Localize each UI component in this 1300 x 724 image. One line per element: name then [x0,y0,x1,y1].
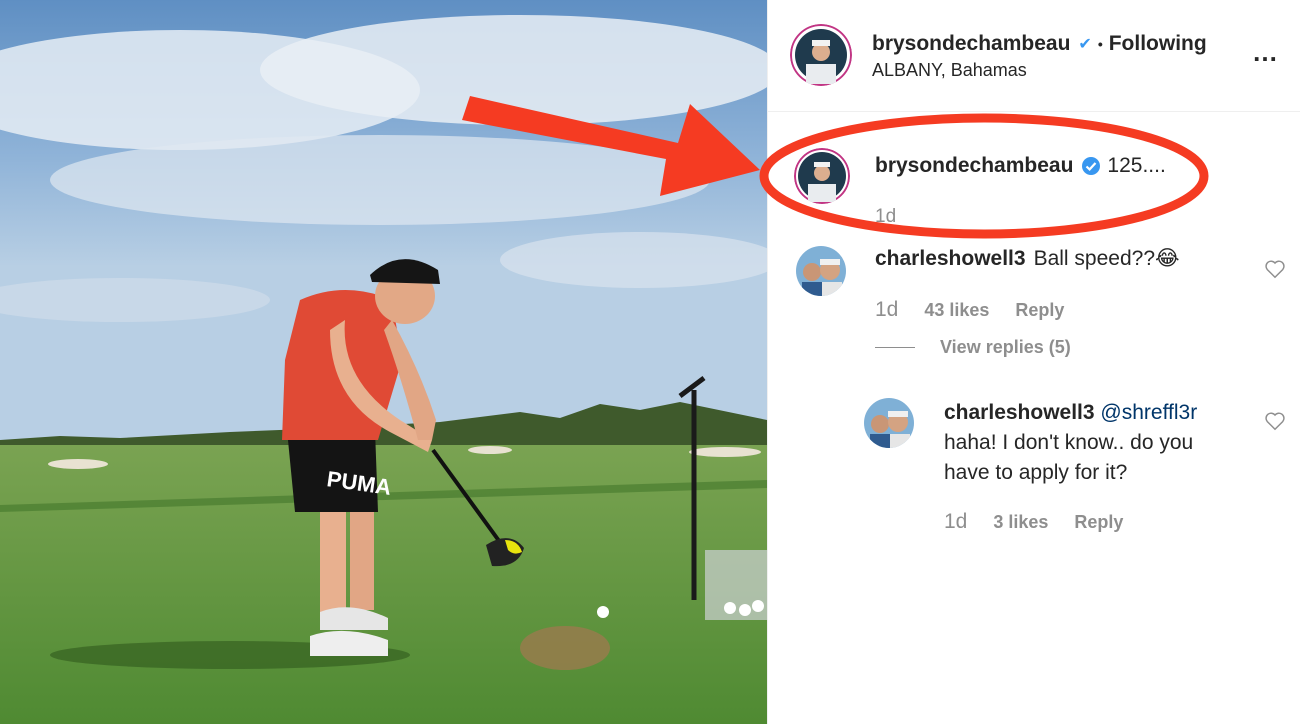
caption-row: brysondechambeau 125.... [875,154,1166,178]
caption-username[interactable]: brysondechambeau [875,154,1073,178]
reply-mention-link[interactable]: @shreffl3r [1100,401,1197,424]
reply-button[interactable]: Reply [1074,512,1123,533]
comment-likes[interactable]: 43 likes [924,300,989,321]
caption-avatar[interactable] [794,148,850,204]
reply-text: haha! I don't know.. do you have to appl… [944,431,1194,484]
post-photo: PUMA [0,0,767,724]
author-username[interactable]: brysondechambeau [872,32,1070,56]
caption-text: 125.... [1107,154,1166,177]
comment-timestamp[interactable]: 1d [875,298,898,322]
more-icon[interactable]: … [1252,39,1279,65]
comment-row: charleshowell3 Ball speed??😂 [875,246,1180,271]
like-heart-icon[interactable] [1264,258,1286,280]
view-replies-label: View replies (5) [940,337,1071,357]
post-location[interactable]: ALBANY, Bahamas [872,60,1027,81]
author-avatar[interactable] [790,24,852,86]
separator-dot: • [1097,36,1103,52]
post-header: brysondechambeau ✔ • Following ALBANY, B… [768,0,1300,112]
comment-meta: 1d 43 likes Reply [875,298,1064,322]
reply-timestamp[interactable]: 1d [944,510,967,534]
reply-likes[interactable]: 3 likes [993,512,1048,533]
reply-body: charleshowell3 @shreffl3r haha! I don't … [944,398,1244,488]
author-name-row: brysondechambeau ✔ • Following [872,32,1207,56]
like-heart-icon[interactable] [1264,410,1286,432]
post-sidebar: brysondechambeau ✔ • Following ALBANY, B… [767,0,1300,724]
comment-username[interactable]: charleshowell3 [875,247,1026,271]
reply-username[interactable]: charleshowell3 [944,401,1095,424]
view-replies-button[interactable]: View replies (5) [875,337,1071,358]
comment-text: Ball speed??😂 [1033,247,1180,270]
follow-status-button[interactable]: Following [1109,32,1207,56]
reply-button[interactable]: Reply [1015,300,1064,321]
commenter-avatar[interactable] [796,246,846,296]
verified-badge-icon: ✔ [1078,36,1092,53]
verified-badge-icon [1082,157,1101,175]
reply-meta: 1d 3 likes Reply [944,510,1123,534]
reply-avatar[interactable] [864,398,914,448]
caption-timestamp[interactable]: 1d [875,206,896,228]
divider-line [875,347,915,348]
